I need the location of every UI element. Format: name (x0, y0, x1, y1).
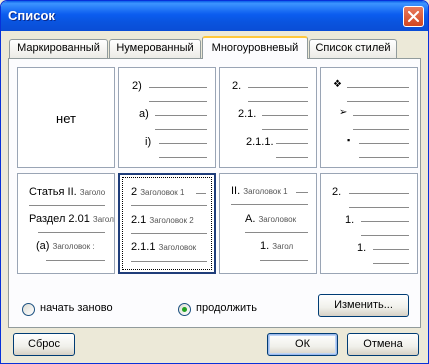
line (353, 129, 409, 130)
level-1-number: 2. (332, 186, 342, 198)
level-2-number: 2.1. (238, 108, 257, 120)
continue-radio[interactable] (178, 303, 191, 316)
line (155, 129, 207, 130)
level-3-label: 1. Загол (260, 240, 294, 252)
square-bullet-icon: ▪ (347, 135, 351, 145)
tab-list-styles[interactable]: Список стилей (309, 39, 397, 58)
line (359, 157, 409, 158)
level-2-number: a) (139, 108, 149, 120)
line (262, 129, 308, 130)
level-3-label: 2.1.1 Заголовок (131, 241, 197, 253)
line (245, 232, 308, 233)
level-2-number: 1. (345, 214, 355, 226)
line (231, 204, 308, 205)
ok-button[interactable]: ОК (267, 333, 338, 356)
level-1-label: II. Заголовок 1 (231, 185, 288, 197)
level-3-number: 1. (357, 242, 367, 254)
close-button[interactable] (403, 6, 424, 27)
line (131, 205, 207, 206)
list-option-heading-decimal[interactable]: 2 Заголовок 1 2.1 Заголовок 2 2.1.1 Заго… (118, 173, 216, 274)
line (149, 101, 207, 102)
tab-bulleted[interactable]: Маркированный (9, 39, 108, 58)
level-3-number: i) (145, 136, 152, 148)
level-2-line (155, 115, 207, 116)
level-1-number: 2. (232, 80, 242, 92)
line (361, 235, 409, 236)
list-option-decimal[interactable]: 2. 2.1. 2.1.1. (219, 67, 317, 168)
continue-label: продолжить (196, 302, 257, 314)
level-2-line (262, 115, 308, 116)
line (38, 232, 105, 233)
line (296, 192, 308, 193)
line (260, 260, 308, 261)
level-1-line (347, 87, 409, 88)
line (349, 207, 409, 208)
modify-button[interactable]: Изменить... (318, 294, 409, 317)
list-option-paren[interactable]: 2) a) i) (118, 67, 216, 168)
list-option-bullets[interactable]: ❖ ➢ ▪ (320, 67, 418, 168)
level-2-label: A. Заголовок (245, 213, 297, 225)
list-option-none[interactable]: нет (17, 67, 115, 168)
arrow-bullet-icon: ➢ (339, 107, 348, 118)
line (159, 157, 207, 158)
level-2-label: 2.1 Заголовок 2 (131, 214, 194, 226)
line (46, 260, 105, 261)
close-icon (408, 11, 419, 22)
list-option-article-section[interactable]: Статья II. Заголо Раздел 2.01 Загол (a) … (17, 173, 115, 274)
title-bar[interactable]: Список (1, 1, 428, 31)
line (29, 205, 105, 206)
tab-numbered[interactable]: Нумерованный (109, 39, 201, 58)
level-2-line (353, 115, 409, 116)
reset-button[interactable]: Сброс (13, 333, 75, 356)
none-label: нет (56, 111, 76, 126)
line (196, 193, 206, 194)
level-3-line (159, 143, 207, 144)
diamond-bullet-icon: ❖ (333, 79, 342, 90)
level-2-label: Раздел 2.01 Загол (29, 213, 114, 225)
level-1-label: 2 Заголовок 1 (131, 186, 185, 198)
level-3-line (276, 143, 308, 144)
level-3-number: 2.1.1. (246, 136, 274, 148)
line (347, 101, 409, 102)
level-1-line (248, 87, 308, 88)
tab-panel: нет 2) a) i) 2. 2.1. 2.1.1. ❖ ➢ ▪ Статья… (8, 58, 421, 328)
level-3-line (359, 143, 409, 144)
level-1-label: Статья II. Заголо (29, 186, 106, 198)
level-3-label: (a) Заголовок : (36, 240, 95, 252)
list-option-restart-numbers[interactable]: 2. 1. 1. (320, 173, 418, 274)
level-1-number: 2) (132, 80, 142, 92)
restart-label: начать заново (40, 302, 113, 314)
list-option-heading-roman[interactable]: II. Заголовок 1 A. Заголовок 1. Загол (219, 173, 317, 274)
line (373, 263, 409, 264)
cancel-button[interactable]: Отмена (347, 333, 419, 356)
list-dialog: Список Маркированный Нумерованный Многоу… (0, 0, 429, 364)
line (361, 221, 409, 222)
line (131, 261, 207, 262)
tab-multilevel[interactable]: Многоуровневый (202, 36, 308, 59)
line (248, 101, 308, 102)
line (276, 157, 308, 158)
line (131, 233, 207, 234)
level-1-line (149, 87, 207, 88)
window-title: Список (8, 8, 55, 23)
line (349, 193, 409, 194)
line (373, 249, 409, 250)
restart-radio[interactable] (22, 303, 35, 316)
